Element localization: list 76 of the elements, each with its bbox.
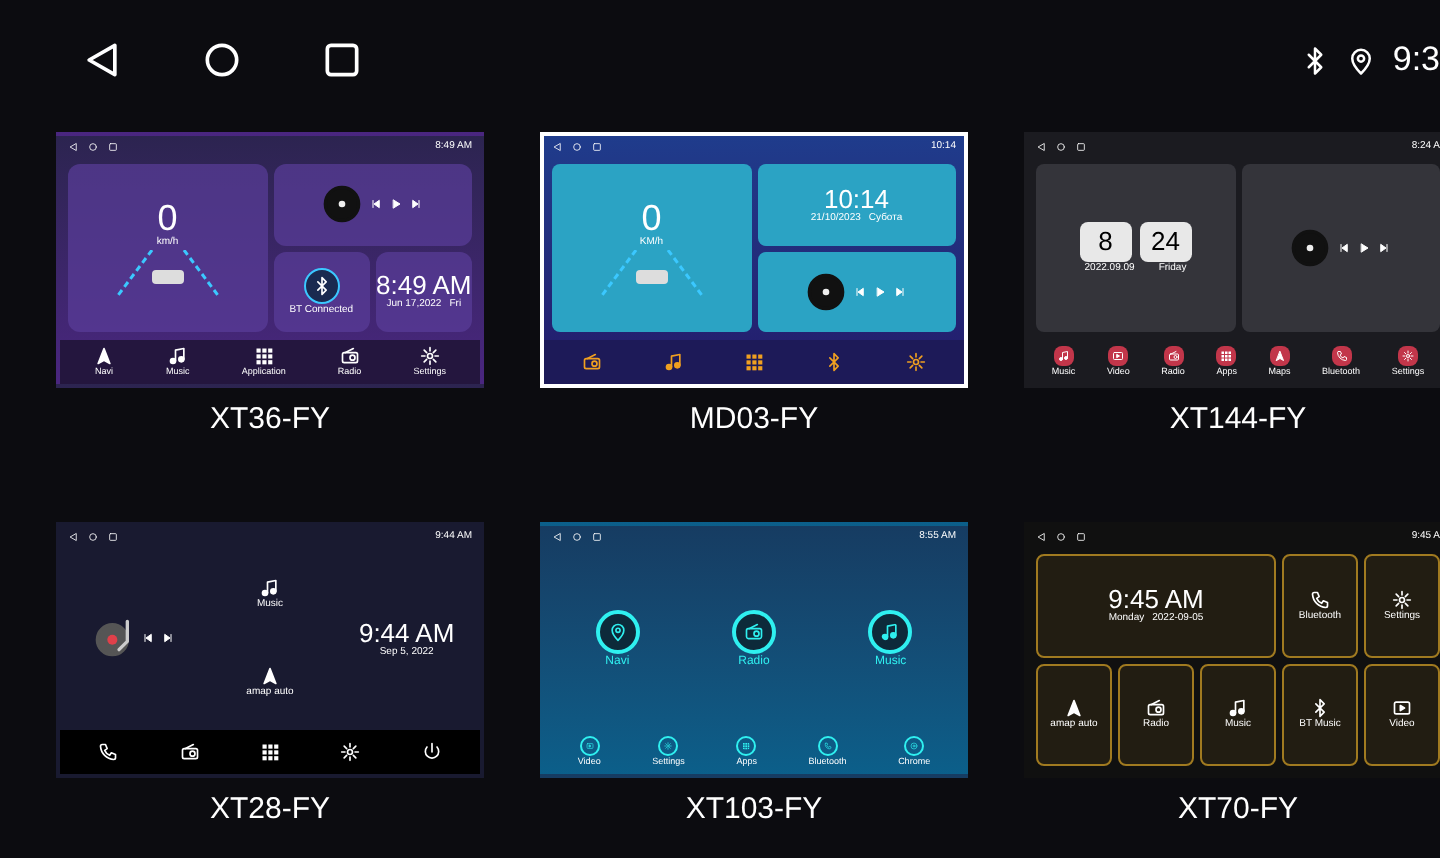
home-icon	[572, 531, 582, 541]
radio-icon[interactable]	[582, 352, 603, 372]
music-note-icon[interactable]	[663, 352, 684, 372]
gear-icon[interactable]	[905, 352, 926, 372]
recent-apps-icon	[1076, 141, 1086, 151]
theme-name: MD03-FY	[689, 404, 819, 434]
vinyl-record-icon	[1290, 228, 1331, 268]
play-icon[interactable]	[1108, 346, 1129, 367]
status-time: 9:3	[1392, 38, 1440, 83]
music-note-icon[interactable]	[1228, 698, 1248, 719]
navigation-arrow-icon[interactable]	[94, 346, 115, 367]
grid-icon[interactable]	[253, 346, 274, 367]
recent-apps-icon	[1076, 531, 1086, 541]
location-pin-icon[interactable]	[595, 609, 640, 653]
home-icon	[1056, 531, 1066, 541]
music-note-icon[interactable]	[1053, 346, 1074, 367]
next-icon[interactable]	[1378, 242, 1391, 254]
music-note-icon[interactable]	[259, 578, 280, 599]
recent-apps-icon	[592, 531, 602, 541]
grid-icon[interactable]	[259, 742, 280, 762]
music-note-icon[interactable]	[868, 609, 913, 653]
clock-digit: 8	[1079, 222, 1132, 262]
theme-name: XT36-FY	[209, 404, 330, 434]
grid-icon[interactable]	[1216, 346, 1237, 367]
grid-icon[interactable]	[743, 352, 764, 372]
gear-icon[interactable]	[1397, 346, 1418, 367]
previous-icon[interactable]	[141, 632, 154, 644]
recent-apps-icon	[592, 141, 602, 151]
recent-apps-icon	[108, 531, 118, 541]
next-icon[interactable]	[161, 632, 174, 644]
location-pin-icon	[1346, 45, 1377, 75]
theme-name: XT28-FY	[209, 794, 330, 824]
home-icon[interactable]	[200, 38, 244, 82]
home-icon	[572, 141, 582, 151]
next-icon[interactable]	[410, 198, 423, 211]
navigation-arrow-icon[interactable]	[1269, 346, 1290, 367]
home-icon	[88, 531, 98, 541]
back-icon	[68, 141, 78, 151]
radio-icon[interactable]	[731, 609, 776, 653]
theme-name: XT103-FY	[685, 794, 823, 824]
music-note-icon[interactable]	[167, 346, 188, 367]
recent-apps-icon[interactable]	[320, 38, 364, 82]
recent-apps-icon	[108, 141, 118, 151]
clock-time: 10:14	[823, 185, 890, 212]
back-icon	[552, 531, 562, 541]
radio-icon[interactable]	[179, 742, 200, 762]
speed-value: 0	[641, 199, 662, 235]
home-icon	[88, 141, 98, 151]
clock-time: 9:45 AM	[1108, 586, 1204, 613]
back-icon	[552, 141, 562, 151]
previous-icon[interactable]	[1338, 242, 1351, 254]
bluetooth-button[interactable]	[303, 267, 340, 304]
radio-icon[interactable]	[339, 346, 360, 367]
phone-icon[interactable]	[1331, 346, 1352, 367]
bluetooth-icon[interactable]	[824, 352, 845, 372]
navigation-arrow-icon[interactable]	[1064, 698, 1084, 719]
vinyl-record-icon	[322, 184, 363, 225]
radio-icon[interactable]	[1163, 346, 1184, 367]
bluetooth-icon[interactable]	[1310, 698, 1330, 719]
bluetooth-icon	[311, 275, 332, 296]
back-icon	[68, 531, 78, 541]
back-icon	[1036, 531, 1046, 541]
clock-digit: 24	[1139, 222, 1192, 262]
clock-time: 8:49 AM	[376, 272, 472, 299]
back-icon	[1036, 141, 1046, 151]
navigation-arrow-icon[interactable]	[259, 665, 280, 686]
radio-icon[interactable]	[1146, 698, 1166, 719]
previous-icon[interactable]	[370, 198, 383, 211]
home-icon	[1056, 141, 1066, 151]
theme-name: XT70-FY	[1177, 794, 1298, 824]
power-icon[interactable]	[421, 742, 442, 762]
theme-name: XT144-FY	[1169, 404, 1307, 434]
clock-time: 9:44 AM	[358, 619, 455, 645]
speed-value: 0	[157, 199, 178, 235]
vinyl-record-icon	[806, 271, 847, 312]
turntable-icon	[93, 618, 134, 658]
